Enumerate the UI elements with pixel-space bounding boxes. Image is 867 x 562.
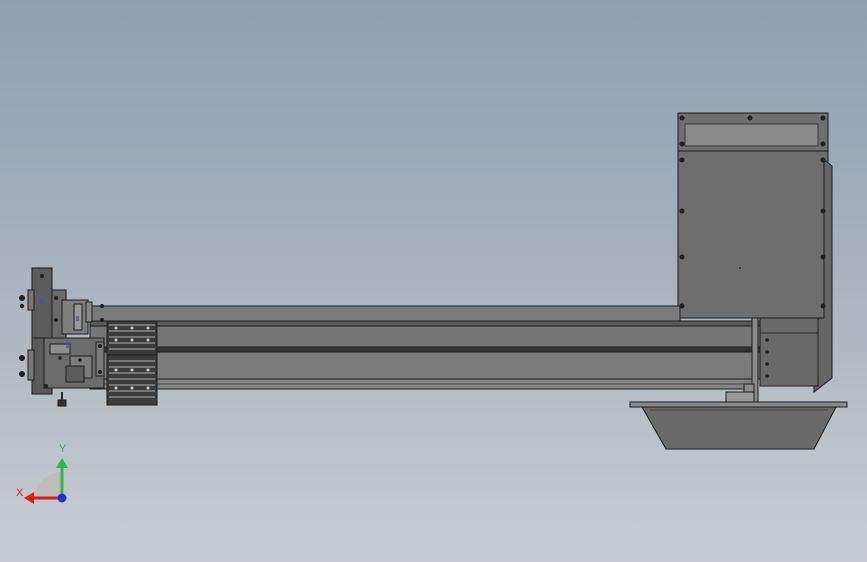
beam-top-rail [89,305,681,322]
beam-mid-rail [89,346,761,353]
triad-x-label: X [16,487,24,499]
triad-xy-plane [34,472,62,500]
cad-viewport[interactable]: Y X [0,0,867,562]
bracket-stack [106,320,158,406]
housing-body [677,150,829,319]
beam-upper-web [89,325,761,348]
beam-upper-channel [89,320,761,327]
beam-lower-web [89,351,761,380]
housing-top-window [684,123,819,147]
feed-hopper [629,401,848,450]
hopper-body [641,406,837,450]
triad-x-arrow-icon [24,492,34,504]
horizontal-beam [89,305,761,390]
cad-model-view [19,112,848,504]
hopper-rim [629,401,848,408]
coordinate-triad [24,458,68,504]
triad-y-arrow-icon [56,458,68,468]
triad-z-axis-icon [57,493,67,503]
triad-y-label: Y [59,443,67,455]
